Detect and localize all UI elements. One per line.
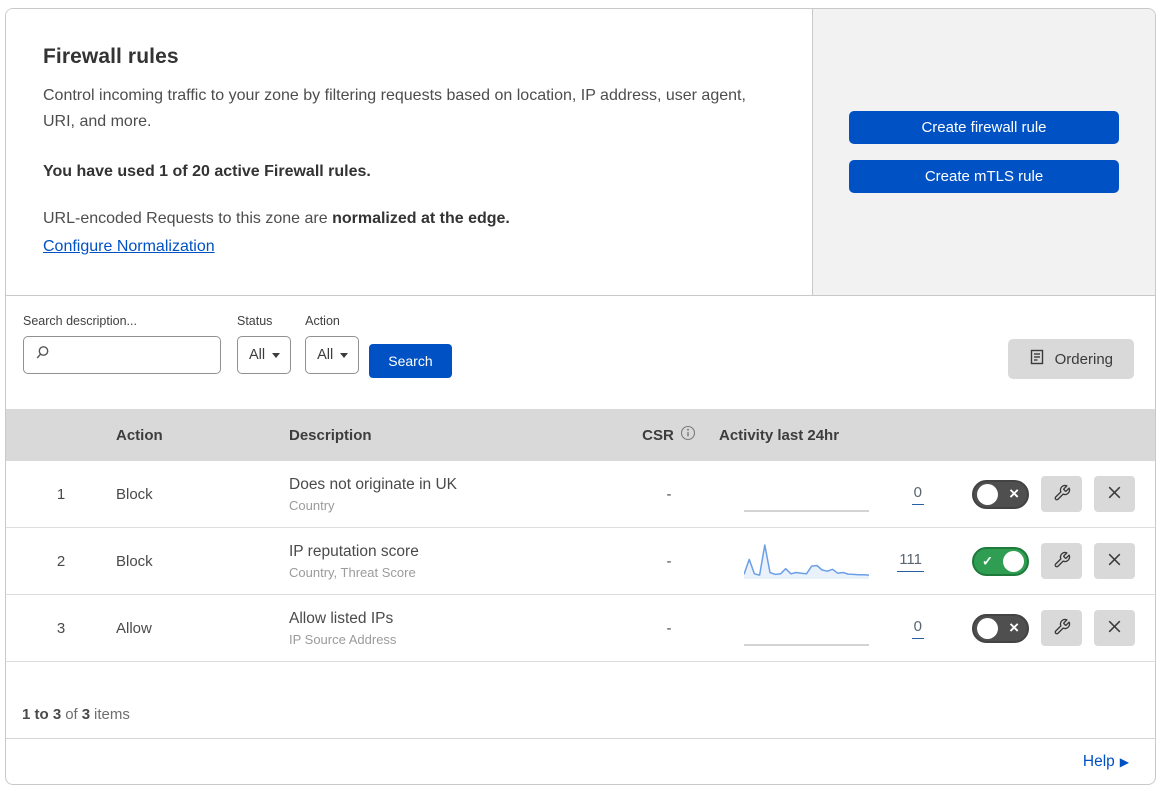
create-firewall-rule-button[interactable]: Create firewall rule xyxy=(849,111,1119,144)
normalization-note-bold: normalized at the edge. xyxy=(332,210,510,227)
activity-sparkline xyxy=(743,540,870,582)
wrench-icon xyxy=(1053,484,1071,505)
activity-count-link[interactable]: 111 xyxy=(897,551,924,572)
pagination-range: 1 to 3 xyxy=(22,706,62,723)
header-activity: Activity last 24hr xyxy=(719,426,840,444)
activity-count-link[interactable]: 0 xyxy=(911,618,924,639)
search-box xyxy=(23,336,239,374)
rule-description: Allow listed IPs xyxy=(289,609,394,627)
edit-rule-button[interactable] xyxy=(1041,543,1082,579)
page-title: Firewall rules xyxy=(43,45,179,68)
cross-icon: × xyxy=(1009,484,1019,504)
header-action: Action xyxy=(116,426,163,444)
rule-fields: Country, Threat Score xyxy=(289,564,416,580)
help-link[interactable]: Help ▶ xyxy=(1083,753,1129,771)
filter-bar: Search description... Status All Action xyxy=(6,296,1155,409)
rule-action: Block xyxy=(116,552,153,570)
check-icon: ✓ xyxy=(982,553,993,569)
rule-priority: 2 xyxy=(56,552,66,570)
activity-count-link[interactable]: 0 xyxy=(911,484,924,505)
table-row: 2 Block IP reputation score Country, Thr… xyxy=(6,528,1155,595)
close-icon xyxy=(1106,484,1123,504)
status-label: Status xyxy=(237,314,273,328)
rules-list: 1 Block Does not originate in UK Country… xyxy=(6,461,1155,662)
wrench-icon xyxy=(1053,618,1071,639)
header-text-panel: Firewall rules Control incoming traffic … xyxy=(6,9,813,295)
configure-normalization-link[interactable]: Configure Normalization xyxy=(43,238,215,256)
rule-enabled-toggle[interactable]: ✓ × xyxy=(972,546,1029,576)
pagination-total: 3 xyxy=(81,706,91,723)
normalization-note: URL-encoded Requests to this zone are no… xyxy=(43,210,772,228)
ordering-button-label: Ordering xyxy=(1054,350,1113,368)
pagination-items-label: items xyxy=(94,706,130,723)
edit-rule-button[interactable] xyxy=(1041,610,1082,646)
pagination-of: of xyxy=(65,706,78,723)
usage-summary: You have used 1 of 20 active Firewall ru… xyxy=(43,163,371,180)
toggle-knob xyxy=(977,483,998,505)
rule-fields: IP Source Address xyxy=(289,631,397,647)
rule-enabled-toggle[interactable]: ✓ × xyxy=(972,479,1029,509)
rule-description: Does not originate in UK xyxy=(289,475,458,493)
table-header: Action Description CSR Activity last 24h… xyxy=(6,409,1155,461)
help-link-label: Help xyxy=(1082,753,1115,770)
activity-sparkline xyxy=(744,607,869,649)
delete-rule-button[interactable] xyxy=(1094,610,1135,646)
delete-rule-button[interactable] xyxy=(1094,543,1135,579)
chevron-down-icon xyxy=(272,352,281,358)
normalization-note-prefix: URL-encoded Requests to this zone are xyxy=(43,210,333,227)
help-bar: Help ▶ xyxy=(6,739,1155,784)
table-row: 1 Block Does not originate in UK Country… xyxy=(6,461,1155,528)
search-label: Search description... xyxy=(23,314,137,328)
header-csr-label: CSR xyxy=(642,426,674,444)
toggle-knob xyxy=(977,617,998,639)
rule-action: Allow xyxy=(116,619,152,637)
rule-csr-value: - xyxy=(666,619,672,637)
toggle-knob xyxy=(1003,550,1024,572)
firewall-rules-card: Firewall rules Control incoming traffic … xyxy=(5,8,1156,785)
header-description: Description xyxy=(289,426,372,444)
action-dropdown[interactable]: All xyxy=(305,336,360,374)
rule-csr-value: - xyxy=(666,552,672,570)
rule-priority: 1 xyxy=(56,485,66,503)
action-selected-value: All xyxy=(317,347,334,363)
info-icon[interactable] xyxy=(680,425,696,445)
search-input[interactable] xyxy=(58,337,239,373)
status-selected-value: All xyxy=(249,347,266,363)
activity-sparkline xyxy=(744,473,869,515)
ordering-list-icon xyxy=(1029,349,1045,369)
page-description: Control incoming traffic to your zone by… xyxy=(43,87,746,130)
search-icon xyxy=(34,345,50,366)
rule-enabled-toggle[interactable]: ✓ × xyxy=(972,613,1029,643)
create-mtls-rule-button[interactable]: Create mTLS rule xyxy=(849,160,1119,193)
ordering-button[interactable]: Ordering xyxy=(1007,339,1134,379)
rule-action: Block xyxy=(116,485,153,503)
header-section: Firewall rules Control incoming traffic … xyxy=(6,9,1155,296)
status-dropdown[interactable]: All xyxy=(237,336,292,374)
header-csr: CSR xyxy=(619,425,719,445)
close-icon xyxy=(1106,618,1123,638)
wrench-icon xyxy=(1053,551,1071,572)
action-label: Action xyxy=(305,314,340,328)
actions-panel: Create firewall rule Create mTLS rule xyxy=(813,9,1155,295)
search-button[interactable]: Search xyxy=(369,344,452,378)
delete-rule-button[interactable] xyxy=(1094,476,1135,512)
arrow-right-icon: ▶ xyxy=(1119,755,1129,769)
chevron-down-icon xyxy=(340,352,349,358)
cross-icon: × xyxy=(1009,618,1019,638)
rule-description: IP reputation score xyxy=(289,542,419,560)
pagination-summary: 1 to 3 of 3 items xyxy=(6,662,1155,739)
edit-rule-button[interactable] xyxy=(1041,476,1082,512)
rule-priority: 3 xyxy=(56,619,66,637)
rule-fields: Country xyxy=(289,497,335,513)
table-row: 3 Allow Allow listed IPs IP Source Addre… xyxy=(6,595,1155,662)
rule-csr-value: - xyxy=(666,485,672,503)
close-icon xyxy=(1106,551,1123,571)
